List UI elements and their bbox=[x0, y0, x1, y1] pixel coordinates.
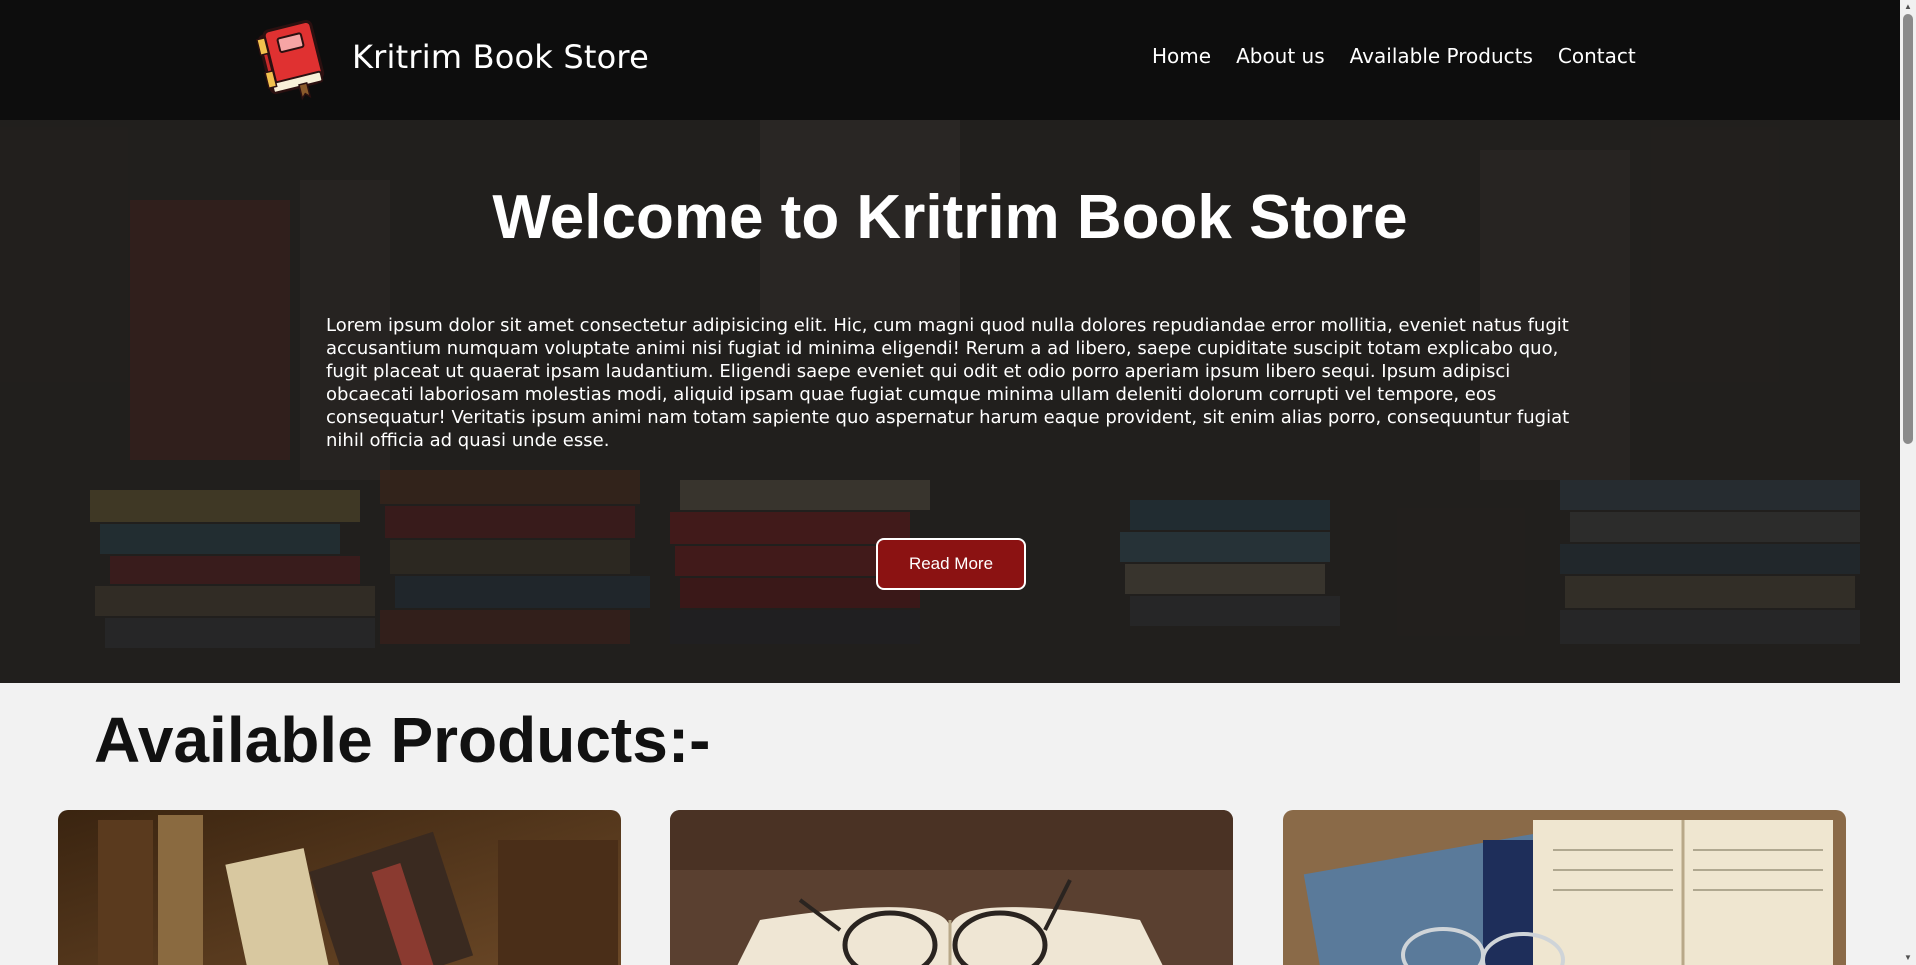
main-nav: Home About us Available Products Contact bbox=[1152, 44, 1636, 68]
hero-title: Welcome to Kritrim Book Store bbox=[492, 183, 1408, 252]
scrollbar-thumb[interactable] bbox=[1903, 14, 1913, 444]
product-card-2[interactable] bbox=[670, 810, 1233, 965]
read-more-button[interactable]: Read More bbox=[876, 538, 1026, 590]
nav-contact[interactable]: Contact bbox=[1558, 44, 1636, 68]
nav-about-us[interactable]: About us bbox=[1236, 44, 1325, 68]
hero-description: Lorem ipsum dolor sit amet consectetur a… bbox=[326, 315, 1570, 451]
product-image-old-books bbox=[58, 810, 621, 965]
product-card-3[interactable] bbox=[1283, 810, 1846, 965]
nav-home[interactable]: Home bbox=[1152, 44, 1211, 68]
nav-available-products[interactable]: Available Products bbox=[1350, 44, 1533, 68]
product-image-books-and-glasses bbox=[1283, 810, 1846, 965]
product-image-glasses-on-book bbox=[670, 810, 1233, 965]
navbar: Kritrim Book Store Home About us Availab… bbox=[0, 0, 1900, 120]
brand[interactable]: Kritrim Book Store bbox=[246, 12, 649, 102]
red-book-icon bbox=[255, 19, 325, 101]
brand-name: Kritrim Book Store bbox=[352, 38, 649, 76]
product-card-1[interactable] bbox=[58, 810, 621, 965]
products-heading: Available Products:- bbox=[94, 704, 711, 776]
vertical-scrollbar[interactable]: ▲ ▼ bbox=[1900, 0, 1916, 965]
page: Kritrim Book Store Home About us Availab… bbox=[0, 0, 1916, 965]
scroll-down-arrow-icon[interactable]: ▼ bbox=[1903, 953, 1913, 963]
scroll-up-arrow-icon[interactable]: ▲ bbox=[1903, 2, 1913, 12]
hero-section: Welcome to Kritrim Book Store Lorem ipsu… bbox=[0, 120, 1900, 683]
